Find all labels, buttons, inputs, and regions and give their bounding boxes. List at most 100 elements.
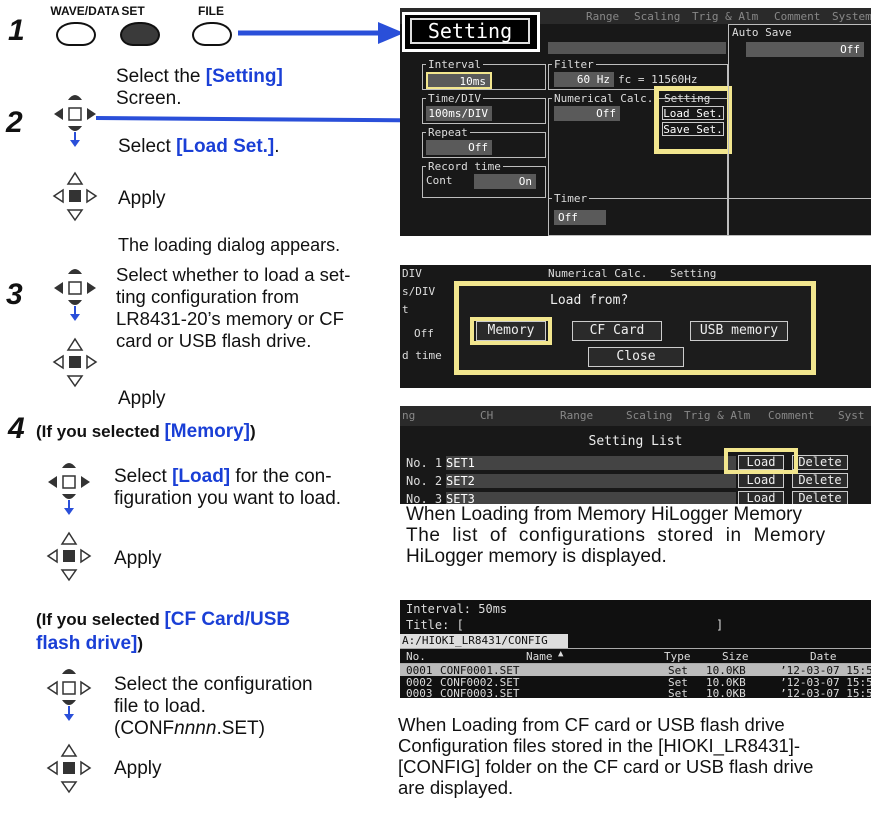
col-name-header[interactable]: Name [526,650,553,663]
tab-ch[interactable]: CH [480,409,493,422]
usb-memory-option-button[interactable]: USB memory [690,321,788,341]
autosave-field[interactable]: Off [746,42,864,57]
tab-trig-alm-2[interactable]: Trig & Alm [684,409,750,422]
row3-delete-button[interactable]: Delete [792,491,848,504]
bg-label-sdiv: s/DIV [402,285,436,298]
cursor-keys-up-down-icon-2 [50,262,100,322]
tab-range-2[interactable]: Range [560,409,593,422]
file-line3-ital: nnnn [174,718,217,739]
record-time-field[interactable]: On [474,174,536,189]
file-row3-type: Set [668,687,688,698]
col-type-header[interactable]: Type [664,650,691,663]
memory-caption: When Loading from Memory HiLogger Memory… [406,504,826,567]
tab-scaling-2[interactable]: Scaling [626,409,672,422]
filter-field[interactable]: 60 Hz [554,72,614,87]
row2-delete-button[interactable]: Delete [792,473,848,488]
step-number-1: 1 [8,14,25,47]
step3-line1: Select whether to load a set- [116,264,351,285]
setting-tab[interactable]: Setting [410,18,530,44]
enter-key-icon-3 [44,528,94,588]
file-row3-name[interactable]: CONF0003.SET [440,687,519,698]
row2-load-button[interactable]: Load [738,473,784,488]
sel-line2: figuration you want to load. [114,488,342,509]
interval-field[interactable]: 10ms [426,72,492,89]
tab-comment[interactable]: Comment [774,10,820,23]
row3-name[interactable]: SET3 [446,492,736,504]
file-line2: file to load. [114,696,206,717]
load-button-highlight [724,448,798,474]
timer-label: Timer [552,192,590,205]
step2-text-post: . [274,136,280,157]
step2-text-pre: Select [118,136,177,157]
folder-path: A:/HIOKI_LR8431/CONFIG [400,634,568,648]
file-row3-no[interactable]: 0003 [406,687,433,698]
cond1-post: ) [250,422,256,441]
memory-option-button[interactable]: Memory [476,321,546,341]
step3-apply: Apply [118,388,166,409]
sel-pre: Select [114,466,173,487]
cf-usb-caption-line4: are displayed. [398,777,514,798]
load-set-button[interactable]: Load Set. [662,106,724,120]
bg-label-div: DIV [402,267,422,280]
bg-label-setting: Setting [670,267,717,280]
row2-name[interactable]: SET2 [446,474,736,488]
load-from-question: Load from? [550,293,629,308]
numcalc-label: Numerical Calc. [552,92,656,105]
tab-setting-partial[interactable]: ng [402,409,415,422]
col-no-header[interactable]: No. [406,650,426,663]
step3-line3: LR8431-20’s memory or CF [116,308,344,329]
step-number-2: 2 [6,106,23,139]
timer-field[interactable]: Off [554,210,606,225]
tab-system-2[interactable]: Syst [838,409,865,422]
step4-memory-condition: (If you selected [Memory]) [36,421,256,443]
col-date-header[interactable]: Date [810,650,837,663]
setting-list-title: Setting List [588,434,683,449]
file-row3-size: 10.0KB [706,687,746,698]
col-size-header[interactable]: Size [722,650,749,663]
tab-comment-2[interactable]: Comment [768,409,814,422]
cf-card-option-button[interactable]: CF Card [572,321,662,341]
row3-number: No. 3 [406,492,443,504]
step-number-3: 3 [6,278,23,311]
step4-select-load-text: Select [Load] for the con- figuration yo… [114,466,341,510]
memory-caption-line2: The list of configurations stored in Mem… [406,525,826,546]
save-set-button[interactable]: Save Set. [662,122,724,136]
tab-scaling[interactable]: Scaling [634,10,680,23]
setting-list-screen: ng CH Range Scaling Trig & Alm Comment S… [400,406,871,504]
step1-text-line2: Screen. [116,88,182,109]
cf-usb-caption-line1: When Loading from CF card or USB flash d… [398,714,785,735]
step3-line4: card or USB flash drive. [116,330,312,351]
bg-label-numcalc: Numerical Calc. [548,267,648,280]
row1-name[interactable]: SET1 [446,456,736,470]
row1-delete-button[interactable]: Delete [792,455,848,470]
timediv-field[interactable]: 100ms/DIV [426,106,492,121]
record-mode: Cont [426,174,453,187]
row3-load-button[interactable]: Load [738,491,784,504]
tab-system[interactable]: System [832,10,871,23]
tab-range[interactable]: Range [586,10,619,23]
numcalc-field[interactable]: Off [554,106,620,121]
sel-post: for the con- [230,466,332,487]
title-bar-field [548,42,726,54]
step3-line2: ting configuration from [116,286,300,307]
cf-usb-caption-line2: Configuration files stored in the [HIOKI… [398,735,801,756]
load-set-label: [Load Set.] [176,136,275,157]
timediv-label: Time/DIV [426,92,483,105]
wave-data-key[interactable] [56,22,96,46]
file-line3-pre: (CONF [114,718,175,739]
arrow-to-setting-icon [238,22,404,44]
set-key-label: SET [121,4,145,18]
step2-apply: Apply [118,188,166,209]
step2-note: The loading dialog appears. [118,235,341,255]
step1-text: Select the [Setting] Screen. [116,66,283,110]
step3-text: Select whether to load a set- ting confi… [116,264,350,352]
file-key[interactable] [192,22,232,46]
file-interval: Interval: 50ms [406,602,508,616]
tab-trig-alm[interactable]: Trig & Alm [692,10,758,23]
path-divider [400,648,871,649]
step4-cf-usb-condition: (If you selected [CF Card/USB flash driv… [36,608,290,656]
set-key[interactable] [120,22,160,46]
close-button[interactable]: Close [588,347,684,367]
cursor-keys-up-down-icon-3 [44,456,94,516]
repeat-field[interactable]: Off [426,140,492,155]
